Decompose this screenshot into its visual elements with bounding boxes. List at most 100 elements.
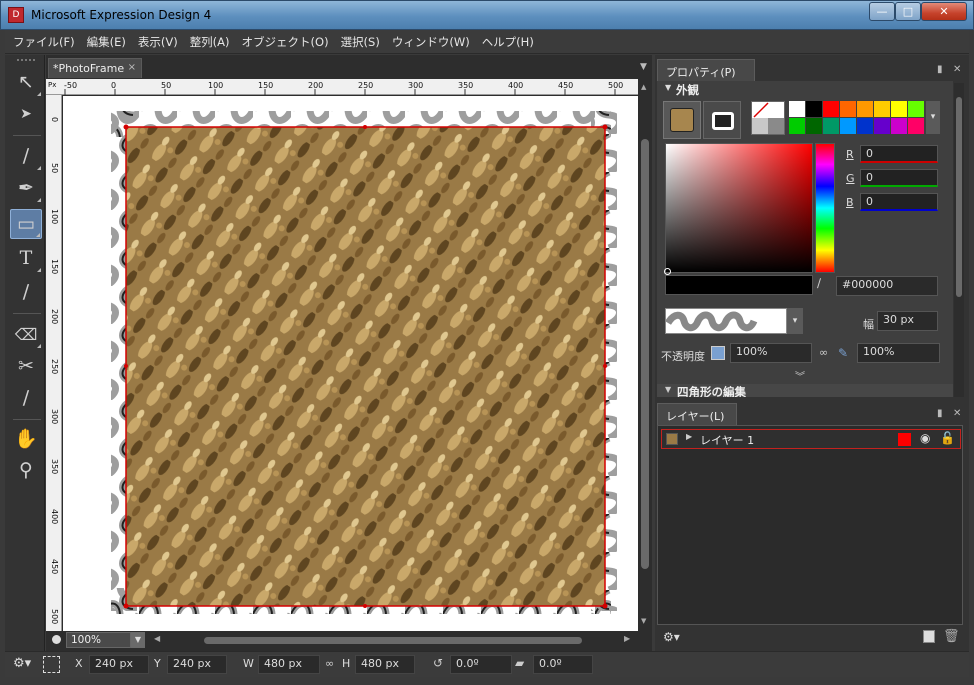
link-dimensions-icon[interactable]: ∞	[325, 657, 334, 670]
collapse-section-icon[interactable]: ▼	[665, 385, 671, 394]
palette-swatch-dark-green[interactable]	[806, 118, 822, 134]
palette-more-icon[interactable]: ▾	[926, 101, 940, 134]
w-input[interactable]: 480 px	[258, 655, 320, 674]
collapse-appearance-icon[interactable]: ▼	[665, 83, 671, 92]
delete-layer-icon[interactable]: 🗑	[943, 629, 960, 644]
vertical-scrollbar[interactable]: ▲ ▼	[638, 79, 652, 631]
pen-tool[interactable]: ✒	[10, 173, 42, 203]
close-button[interactable]: ✕	[921, 2, 967, 21]
gradient-tool[interactable]: ∕	[10, 277, 42, 307]
menu-edit[interactable]: 編集(E)	[81, 30, 132, 54]
horizontal-scroll-thumb[interactable]	[204, 637, 582, 644]
scissors-tool[interactable]: ✂	[10, 351, 42, 381]
menu-file[interactable]: ファイル(F)	[5, 30, 81, 54]
layers-close-icon[interactable]: ✕	[953, 408, 961, 419]
r-input[interactable]: 0	[860, 145, 938, 163]
layers-options-gear-icon[interactable]: ⚙▾	[663, 630, 680, 644]
layer-row[interactable]: ▶ レイヤー 1 ◉ 🔓	[661, 429, 961, 449]
g-input[interactable]: 0	[860, 169, 938, 187]
palette-swatch-sky[interactable]	[840, 118, 856, 134]
rotation-input[interactable]: 0.0º	[450, 655, 512, 674]
zoom-dropdown-icon[interactable]: ▼	[131, 632, 145, 648]
menu-select[interactable]: 選択(S)	[335, 30, 386, 54]
x-input[interactable]: 240 px	[89, 655, 149, 674]
reference-point-icon[interactable]	[43, 656, 60, 673]
scroll-left-icon[interactable]: ◀	[154, 634, 160, 643]
close-panel-icon[interactable]: ✕	[953, 64, 961, 75]
lock-icon[interactable]: 🔓	[940, 431, 955, 445]
app-icon[interactable]: D	[8, 7, 24, 23]
visibility-eye-icon[interactable]: ◉	[920, 431, 930, 445]
photo-frame-artwork[interactable]	[63, 96, 638, 631]
palette-swatch-lime[interactable]	[908, 101, 924, 117]
fill-button[interactable]	[663, 101, 701, 139]
menu-object[interactable]: オブジェクト(O)	[236, 30, 335, 54]
toolbox-grip[interactable]	[17, 59, 35, 61]
properties-scroll-thumb[interactable]	[956, 97, 962, 297]
stroke-style-picker[interactable]	[664, 308, 787, 334]
eyedropper-icon[interactable]: ∕	[817, 276, 833, 294]
hue-slider[interactable]	[815, 143, 835, 273]
new-layer-icon[interactable]	[923, 630, 935, 643]
h-input[interactable]: 480 px	[355, 655, 415, 674]
palette-swatch-magenta[interactable]	[891, 118, 907, 134]
menu-help[interactable]: ヘルプ(H)	[476, 30, 540, 54]
color-picker-field[interactable]	[664, 143, 813, 275]
scroll-right-icon[interactable]: ▶	[624, 634, 630, 643]
settings-gear-icon[interactable]: ⚙▾	[13, 656, 31, 671]
direct-selection-tool[interactable]: ➤	[10, 99, 42, 129]
maximize-button[interactable]: □	[895, 2, 921, 21]
artboard[interactable]	[63, 96, 638, 631]
palette-swatch-pink[interactable]	[908, 118, 924, 134]
vertical-scroll-thumb[interactable]	[641, 139, 649, 569]
menu-arrange[interactable]: 整列(A)	[184, 30, 236, 54]
palette-swatch-orange[interactable]	[840, 101, 856, 117]
tab-list-arrow-icon[interactable]: ▼	[640, 62, 647, 72]
width-input[interactable]: 30 px	[877, 311, 938, 331]
layers-pin-icon[interactable]: ▮	[937, 408, 943, 419]
opacity-input[interactable]: 100%	[730, 343, 812, 363]
stroke-button[interactable]	[703, 101, 741, 139]
palette-swatch-purple[interactable]	[874, 118, 890, 134]
scroll-up-icon[interactable]: ▲	[641, 83, 646, 91]
no-color-swatch[interactable]	[751, 101, 785, 135]
zoom-dot-icon[interactable]	[52, 635, 61, 644]
properties-scrollbar[interactable]	[954, 83, 964, 397]
minimize-button[interactable]: —	[869, 2, 895, 21]
stroke-opacity-input[interactable]: 100%	[857, 343, 940, 363]
palette-swatch-blue[interactable]	[857, 118, 873, 134]
hex-input[interactable]: #000000	[836, 276, 938, 296]
palette-swatch-amber[interactable]	[857, 101, 873, 117]
expand-more-icon[interactable]: ︾	[795, 368, 805, 383]
palette-swatch-gold[interactable]	[874, 101, 890, 117]
rectangle-edit-section[interactable]: ▼ 四角形の編集	[657, 384, 953, 397]
b-input[interactable]: 0	[860, 193, 938, 211]
eraser-tool[interactable]: ⌫	[10, 319, 42, 349]
palette-swatch-teal[interactable]	[823, 118, 839, 134]
palette-swatch-red[interactable]	[823, 101, 839, 117]
link-icon[interactable]: ∞	[819, 346, 828, 359]
stroke-style-dropdown-icon[interactable]: ▾	[787, 308, 803, 334]
palette-swatch-green[interactable]	[789, 118, 805, 134]
menu-window[interactable]: ウィンドウ(W)	[386, 30, 476, 54]
skew-input[interactable]: 0.0º	[533, 655, 593, 674]
pin-icon[interactable]: ▮	[937, 64, 943, 75]
tab-properties[interactable]: プロパティ(P)	[657, 59, 755, 81]
palette-swatch-white[interactable]	[789, 101, 805, 117]
expand-layer-icon[interactable]: ▶	[686, 432, 692, 441]
scroll-down-icon[interactable]: ▼	[641, 617, 646, 625]
eyedropper-tool[interactable]: ∕	[10, 383, 42, 413]
zoom-input[interactable]: 100%	[66, 632, 131, 648]
tab-photoframe[interactable]: *PhotoFrame ×	[48, 58, 142, 78]
zoom-tool[interactable]: ⚲	[10, 455, 42, 485]
tab-layers[interactable]: レイヤー(L)	[657, 403, 737, 425]
rectangle-tool[interactable]: ▭	[10, 209, 42, 239]
close-tab-icon[interactable]: ×	[128, 62, 136, 73]
hand-tool[interactable]: ✋	[10, 423, 42, 453]
y-input[interactable]: 240 px	[167, 655, 227, 674]
selection-tool[interactable]: ↖	[10, 67, 42, 97]
palette-swatch-yellow[interactable]	[891, 101, 907, 117]
menu-view[interactable]: 表示(V)	[132, 30, 184, 54]
brush-tool[interactable]: ∕	[10, 141, 42, 171]
palette-swatch-black[interactable]	[806, 101, 822, 117]
